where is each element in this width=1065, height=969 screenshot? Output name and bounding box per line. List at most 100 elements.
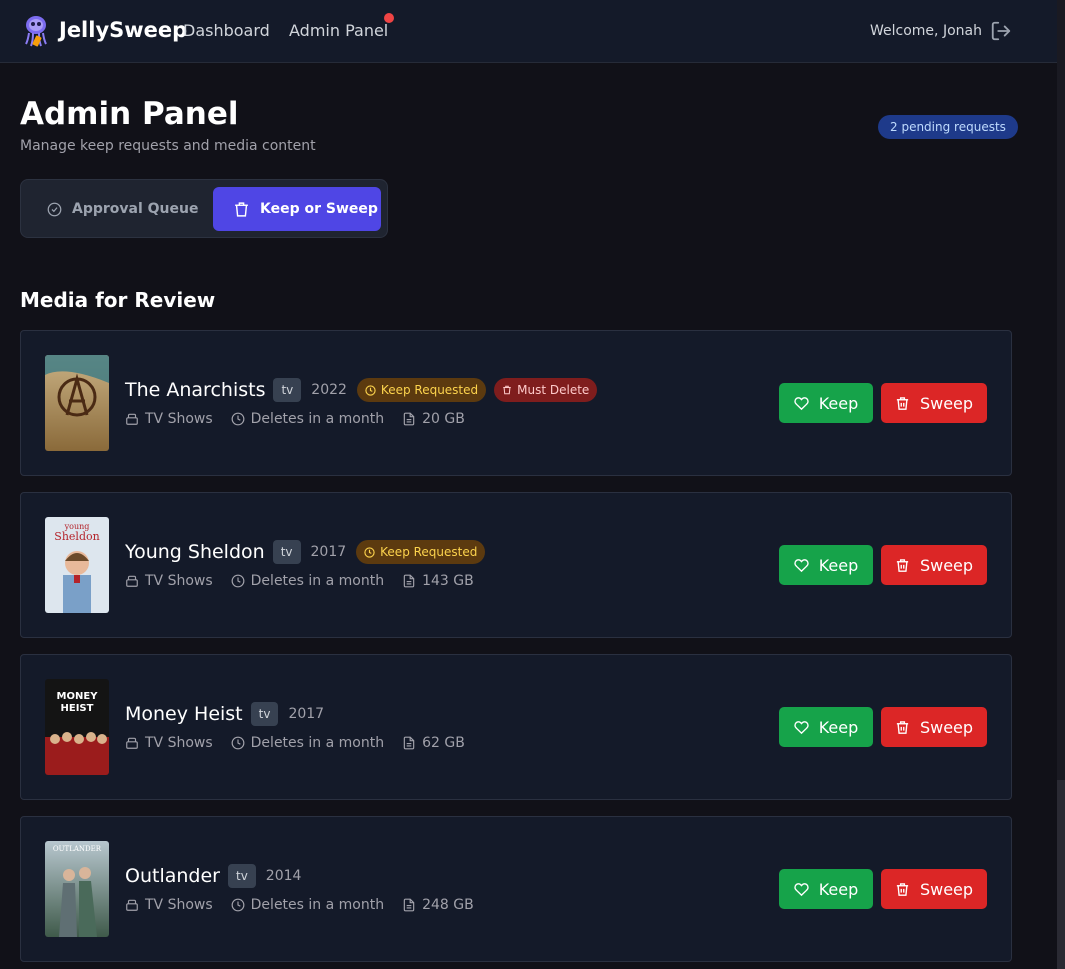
deletion-label: Deletes in a month <box>250 897 385 913</box>
clock-icon <box>365 384 376 396</box>
library-label: TV Shows <box>145 735 213 751</box>
deletion-label: Deletes in a month <box>250 573 385 589</box>
library-icon <box>126 413 138 425</box>
sweep-button[interactable]: Sweep <box>881 545 987 585</box>
welcome-text: Welcome, Jonah <box>870 23 982 39</box>
library-icon <box>126 575 138 587</box>
trash-icon <box>896 882 909 896</box>
sweep-button-label: Sweep <box>919 879 974 899</box>
media-year: 2017 <box>310 544 347 560</box>
media-year: 2017 <box>288 706 325 722</box>
keep-button-label: Keep <box>818 555 859 575</box>
media-year: 2022 <box>311 382 347 398</box>
sweep-button[interactable]: Sweep <box>881 869 987 909</box>
media-year: 2014 <box>265 868 302 884</box>
trash-icon <box>235 201 248 217</box>
brand-name[interactable]: JellySweep <box>59 18 187 42</box>
logout-icon[interactable] <box>990 20 1012 42</box>
svg-text:MONEY: MONEY <box>57 691 99 702</box>
trash-icon <box>896 558 909 572</box>
clock-icon <box>231 412 245 426</box>
sweep-button-label: Sweep <box>919 555 974 575</box>
heart-icon <box>794 396 809 410</box>
trash-icon <box>896 720 909 734</box>
trash-icon <box>896 396 909 410</box>
media-card: OUTLANDER Outlander tv 2014 TV Shows Del… <box>20 816 1012 962</box>
media-title[interactable]: Outlander <box>125 865 220 887</box>
tab-bar: Approval Queue Keep or Sweep <box>20 179 388 238</box>
sweep-button[interactable]: Sweep <box>881 383 987 423</box>
keep-button-label: Keep <box>818 393 859 413</box>
media-type-badge: tv <box>273 378 302 402</box>
media-meta: TV Shows Deletes in a month 143 GB <box>125 571 492 591</box>
must-delete-badge: Must Delete <box>494 378 598 402</box>
media-title[interactable]: The Anarchists <box>125 379 265 401</box>
media-meta: TV Shows Deletes in a month 248 GB <box>125 895 492 915</box>
media-card: The Anarchists tv 2022 Keep Requested Mu… <box>20 330 1012 476</box>
sweep-button-label: Sweep <box>919 393 974 413</box>
library-info: TV Shows <box>125 411 213 427</box>
media-poster[interactable]: OUTLANDER <box>45 841 109 937</box>
deletion-label: Deletes in a month <box>250 411 385 427</box>
keep-button[interactable]: Keep <box>779 383 873 423</box>
library-icon <box>126 737 138 749</box>
deletion-info: Deletes in a month <box>231 573 384 589</box>
media-poster[interactable]: MONEY HEIST <box>45 679 109 775</box>
jellyfish-logo-icon[interactable] <box>22 14 50 48</box>
nav-admin-panel[interactable]: Admin Panel <box>289 21 388 40</box>
clock-icon <box>231 736 245 750</box>
tab-keep-or-sweep-label: Keep or Sweep <box>260 201 378 217</box>
keep-button-label: Keep <box>818 717 859 737</box>
tab-keep-or-sweep[interactable]: Keep or Sweep <box>213 187 381 231</box>
media-type-badge: tv <box>272 540 301 564</box>
media-title-row: Young Sheldon tv 2017 Keep Requested <box>125 539 493 565</box>
keep-button[interactable]: Keep <box>779 545 873 585</box>
media-title-row: Outlander tv 2014 <box>125 863 311 889</box>
media-card: young Sheldon Young Sheldon tv 2017 Keep… <box>20 492 1012 638</box>
library-info: TV Shows <box>125 735 213 751</box>
media-type-badge: tv <box>250 702 279 726</box>
library-label: TV Shows <box>145 411 213 427</box>
size-info: 20 GB <box>402 411 465 427</box>
keep-button-label: Keep <box>818 879 859 899</box>
svg-text:HEIST: HEIST <box>61 703 94 714</box>
must-delete-label: Must Delete <box>517 383 590 397</box>
media-poster[interactable]: young Sheldon <box>45 517 109 613</box>
keep-button[interactable]: Keep <box>779 869 873 909</box>
svg-text:OUTLANDER: OUTLANDER <box>53 845 102 853</box>
clock-icon <box>231 898 245 912</box>
scrollbar-thumb[interactable] <box>1057 780 1065 969</box>
section-title: Media for Review <box>20 288 216 312</box>
check-circle-icon <box>47 202 62 216</box>
file-icon <box>403 412 415 426</box>
keep-requested-label: Keep Requested <box>380 383 479 397</box>
library-icon <box>126 899 138 911</box>
clock-icon <box>231 574 245 588</box>
app: JellySweep Dashboard Admin Panel Welcome… <box>0 0 1057 969</box>
media-title-row: The Anarchists tv 2022 Keep Requested Mu… <box>125 377 605 403</box>
size-label: 62 GB <box>422 735 465 751</box>
deletion-info: Deletes in a month <box>231 897 384 913</box>
media-title[interactable]: Young Sheldon <box>125 541 265 563</box>
media-type-badge: tv <box>227 864 256 888</box>
heart-icon <box>794 720 809 734</box>
keep-button[interactable]: Keep <box>779 707 873 747</box>
size-info: 248 GB <box>402 897 474 913</box>
trash-icon <box>503 385 511 395</box>
nav-dashboard[interactable]: Dashboard <box>183 21 270 40</box>
file-icon <box>403 574 415 588</box>
tab-approval-queue[interactable]: Approval Queue <box>47 187 212 231</box>
media-title[interactable]: Money Heist <box>125 703 243 725</box>
size-info: 62 GB <box>402 735 465 751</box>
sweep-button[interactable]: Sweep <box>881 707 987 747</box>
page-title: Admin Panel <box>20 96 239 132</box>
media-poster[interactable] <box>45 355 109 451</box>
library-label: TV Shows <box>145 573 213 589</box>
media-meta: TV Shows Deletes in a month 20 GB <box>125 409 483 429</box>
deletion-label: Deletes in a month <box>250 735 385 751</box>
deletion-info: Deletes in a month <box>231 735 384 751</box>
clock-icon <box>364 546 375 558</box>
keep-requested-badge: Keep Requested <box>356 378 487 402</box>
keep-requested-label: Keep Requested <box>380 545 478 559</box>
media-title-row: Money Heist tv 2017 <box>125 701 334 727</box>
